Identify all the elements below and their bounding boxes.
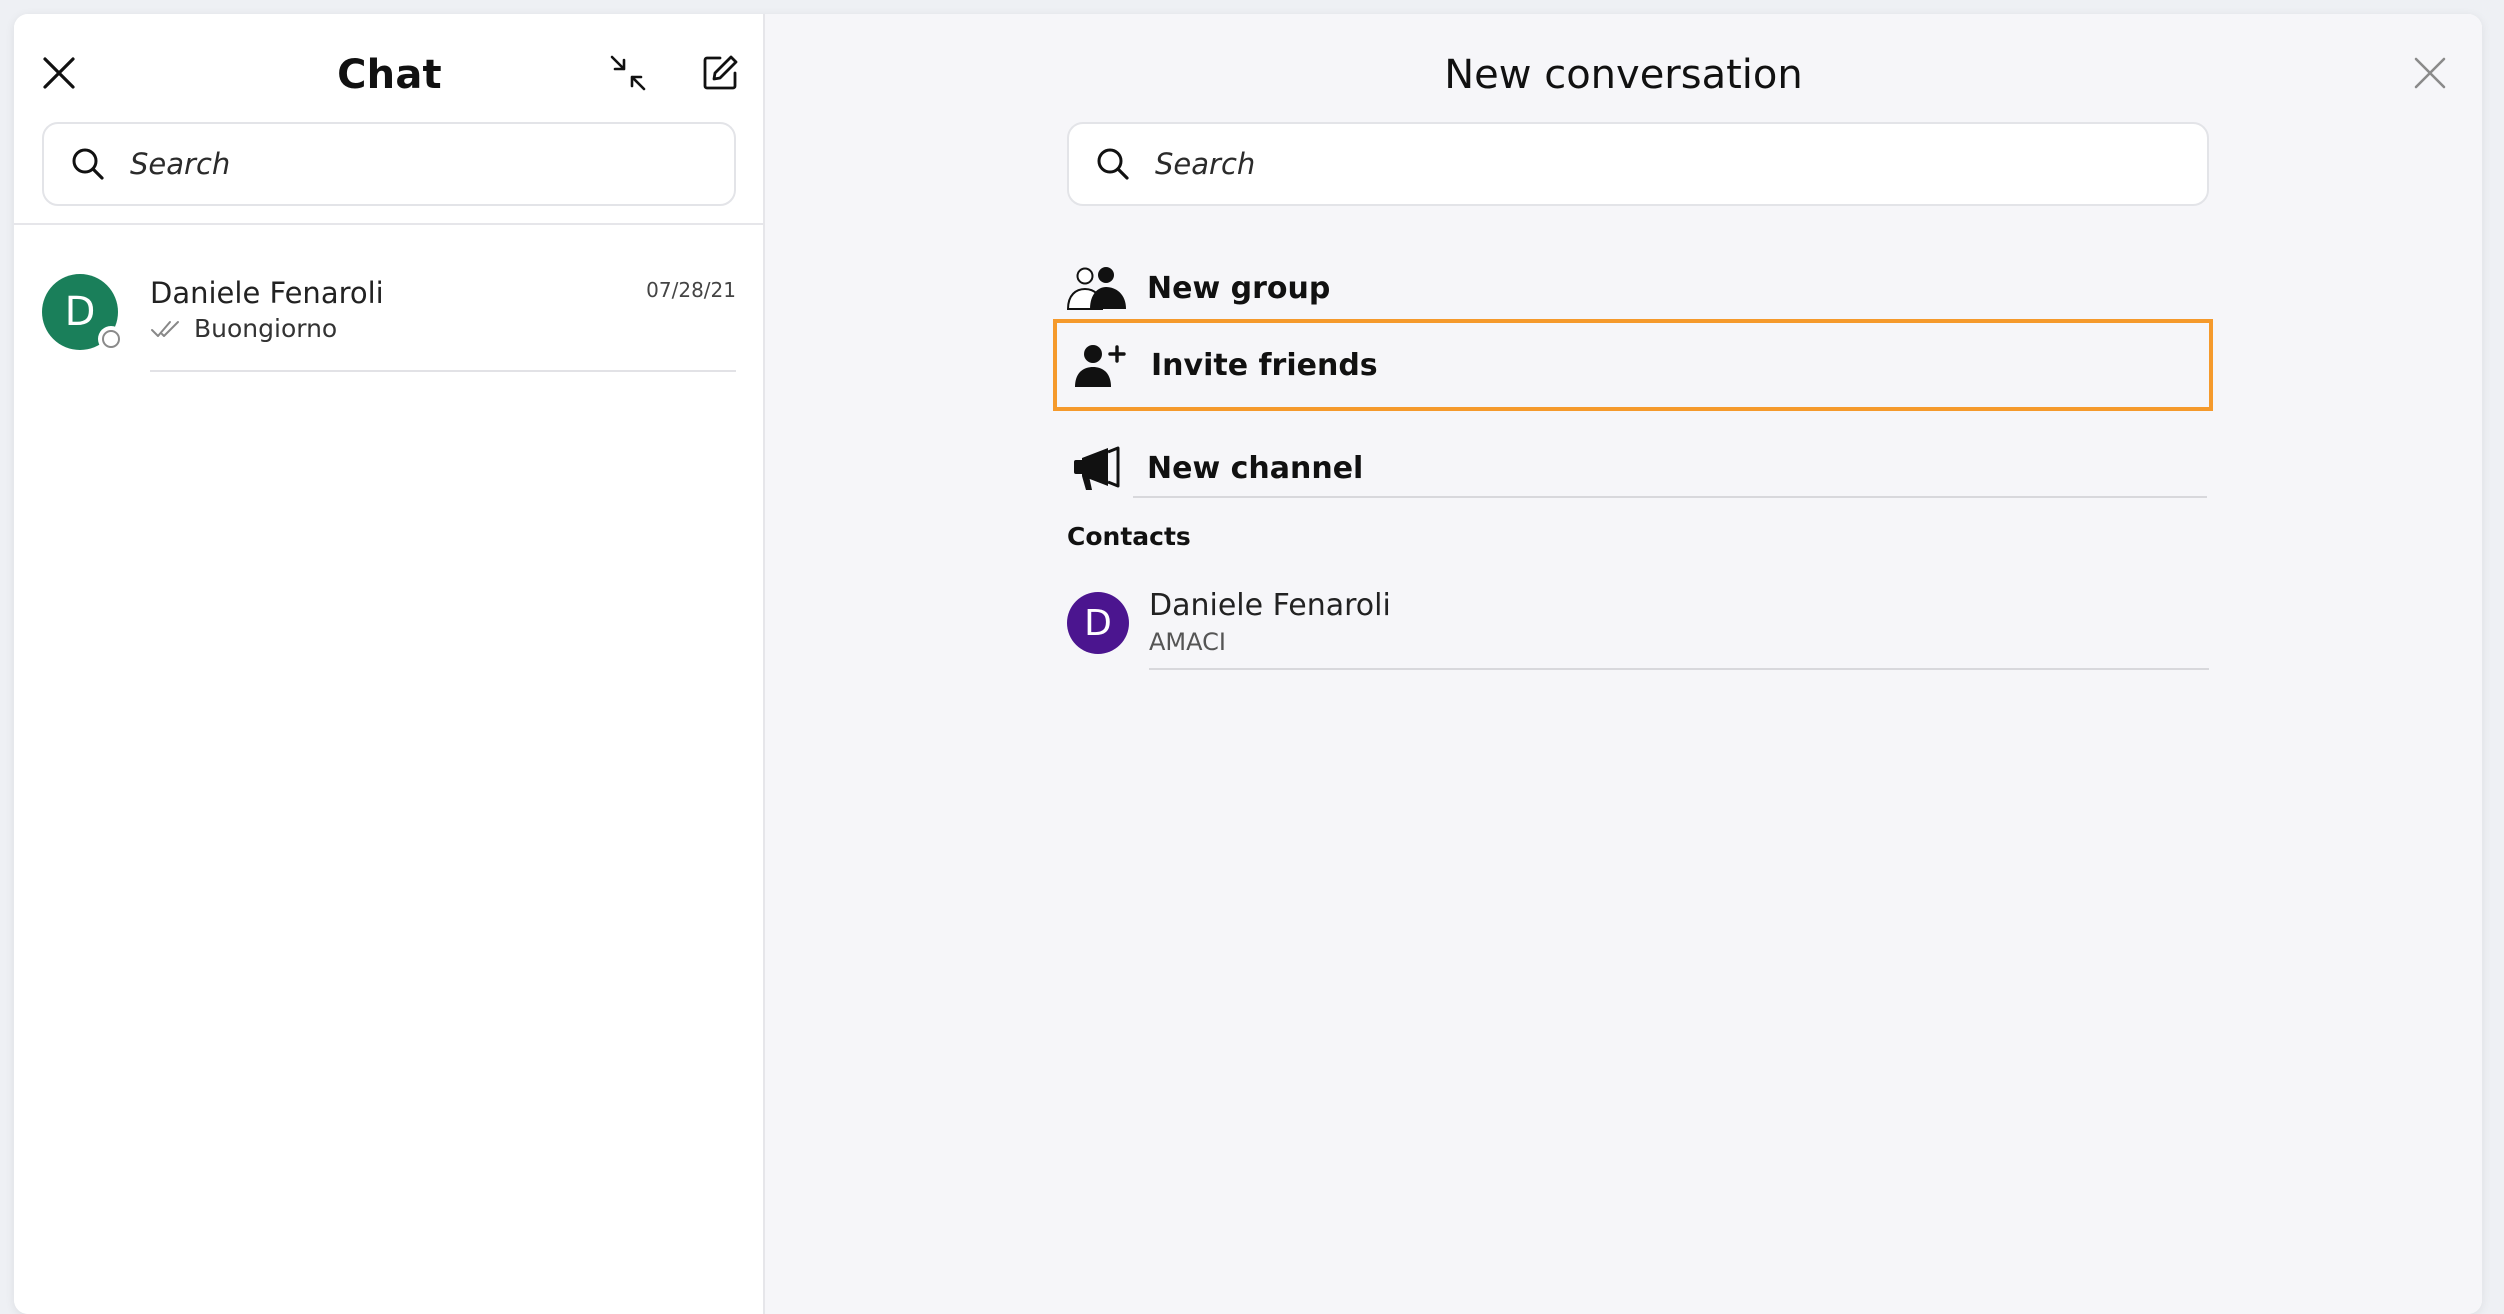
new-channel-label: New channel — [1147, 450, 1364, 486]
conversation-date: 07/28/21 — [646, 278, 736, 302]
chat-window: Chat D — [14, 14, 2482, 1314]
contact-search-box[interactable] — [1067, 122, 2209, 206]
close-icon — [2414, 57, 2446, 89]
group-icon — [1066, 267, 1126, 310]
chat-sidebar-header: Chat — [14, 14, 763, 124]
divider — [150, 370, 736, 372]
megaphone-icon — [1074, 446, 1120, 490]
new-channel-button[interactable]: New channel — [1053, 422, 2213, 514]
minimize-button[interactable] — [603, 48, 653, 98]
new-conversation-title: New conversation — [1444, 52, 1803, 98]
contacts-section-label: Contacts — [1067, 522, 1191, 551]
invite-friends-button[interactable]: Invite friends — [1053, 319, 2213, 411]
presence-status-icon — [98, 326, 124, 352]
conversation-preview: Buongiorno — [150, 314, 337, 343]
new-group-label: New group — [1147, 270, 1331, 306]
chat-search-box[interactable] — [42, 122, 736, 206]
conversation-preview-text: Buongiorno — [194, 314, 338, 343]
minimize-icon — [610, 55, 646, 91]
compose-icon — [703, 55, 738, 90]
avatar: D — [1067, 592, 1129, 654]
search-icon — [72, 148, 104, 180]
chat-search-input[interactable] — [130, 124, 734, 204]
contact-subtitle: AMACI — [1149, 628, 1226, 656]
contact-search-input[interactable] — [1155, 124, 2207, 204]
close-new-conversation-button[interactable] — [2405, 48, 2455, 98]
search-icon — [1097, 148, 1129, 180]
avatar-letter: D — [1084, 602, 1112, 644]
divider — [1149, 668, 2209, 670]
chat-sidebar: Chat D — [14, 14, 765, 1314]
divider — [14, 223, 765, 225]
contact-name: Daniele Fenaroli — [1149, 588, 1391, 623]
compose-button[interactable] — [695, 48, 745, 98]
add-person-icon — [1075, 345, 1126, 387]
new-conversation-panel: New conversation New group — [765, 14, 2482, 1314]
conversation-item[interactable]: D Daniele Fenaroli 07/28/21 Buongiorno — [42, 262, 736, 372]
contact-item[interactable]: D Daniele Fenaroli AMACI — [1067, 574, 2209, 674]
invite-friends-label: Invite friends — [1151, 347, 1378, 383]
avatar-letter: D — [64, 289, 96, 335]
divider — [1133, 496, 2207, 498]
conversation-name: Daniele Fenaroli — [150, 276, 384, 310]
double-check-icon — [151, 320, 179, 337]
